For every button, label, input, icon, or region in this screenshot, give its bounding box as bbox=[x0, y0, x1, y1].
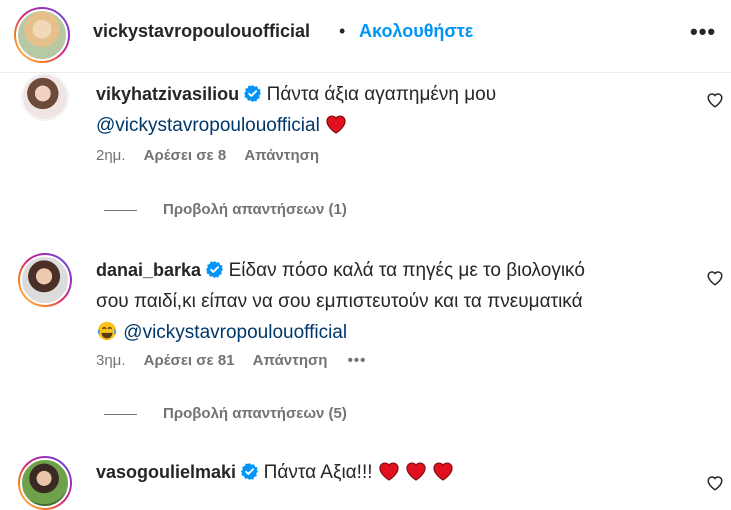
commenter-username[interactable]: vasogoulielmaki bbox=[96, 462, 236, 482]
verified-badge-icon bbox=[241, 463, 259, 480]
comment-text-line1: Είδαν πόσο καλά τα πηγές με το βιολογικό bbox=[228, 260, 585, 281]
follow-button[interactable]: Ακολουθήστε bbox=[359, 21, 473, 42]
view-replies-button[interactable]: Προβολή απαντήσεων (5) bbox=[104, 402, 404, 426]
verified-badge-icon bbox=[244, 85, 262, 102]
commenter-username[interactable]: vikyhatzivasiliou bbox=[96, 84, 239, 104]
comment-time: 2ημ. bbox=[96, 147, 126, 164]
comment-item: vasogoulielmaki Πάντα Αξια!!! bbox=[0, 452, 731, 510]
red-heart-icon bbox=[326, 115, 346, 134]
commenter-username[interactable]: danai_barka bbox=[96, 260, 201, 280]
profile-avatar[interactable] bbox=[14, 7, 70, 63]
comment-text: Πάντα άξια αγαπημένη μου bbox=[266, 84, 497, 105]
commenter-avatar[interactable] bbox=[21, 73, 69, 121]
reply-button[interactable]: Απάντηση bbox=[253, 352, 328, 369]
header-separator: • bbox=[339, 21, 346, 41]
likes-count[interactable]: Αρέσει σε 8 bbox=[144, 147, 227, 164]
mention-link[interactable]: @vickystavropoulouofficial bbox=[123, 322, 347, 343]
like-comment-icon[interactable] bbox=[706, 269, 724, 287]
comment-item: vikyhatzivasiliou Πάντα άξια αγαπημένη μ… bbox=[0, 73, 731, 183]
red-heart-icon bbox=[379, 462, 399, 481]
replies-divider bbox=[104, 210, 137, 211]
comment-text: Πάντα Αξια!!! bbox=[263, 462, 373, 483]
more-options-icon[interactable]: ••• bbox=[690, 19, 716, 45]
comment-item: danai_barka Είδαν πόσο καλά τα πηγές με … bbox=[0, 250, 731, 380]
reply-button[interactable]: Απάντηση bbox=[244, 147, 319, 164]
comment-more-icon[interactable]: ••• bbox=[348, 352, 367, 369]
commenter-avatar[interactable] bbox=[18, 456, 72, 510]
tears-of-joy-emoji-icon bbox=[97, 321, 117, 341]
verified-badge-icon bbox=[206, 261, 224, 278]
mention-link[interactable]: @vickystavropoulouofficial bbox=[96, 115, 320, 136]
like-comment-icon[interactable] bbox=[706, 91, 724, 109]
like-comment-icon[interactable] bbox=[706, 474, 724, 492]
replies-divider bbox=[104, 414, 137, 415]
view-replies-label: Προβολή απαντήσεων (1) bbox=[163, 201, 347, 218]
comment-text-line2: σου παιδί,κι είπαν να σου εμπιστευτούν κ… bbox=[96, 291, 583, 312]
view-replies-label: Προβολή απαντήσεων (5) bbox=[163, 405, 347, 422]
comment-time: 3ημ. bbox=[96, 352, 126, 369]
commenter-avatar[interactable] bbox=[18, 253, 72, 307]
likes-count[interactable]: Αρέσει σε 81 bbox=[144, 352, 235, 369]
post-header: vickystavropoulouofficial • Ακολουθήστε … bbox=[0, 0, 731, 73]
header-username[interactable]: vickystavropoulouofficial bbox=[93, 21, 310, 42]
view-replies-button[interactable]: Προβολή απαντήσεων (1) bbox=[104, 198, 404, 222]
red-heart-icon bbox=[433, 462, 453, 481]
red-heart-icon bbox=[406, 462, 426, 481]
